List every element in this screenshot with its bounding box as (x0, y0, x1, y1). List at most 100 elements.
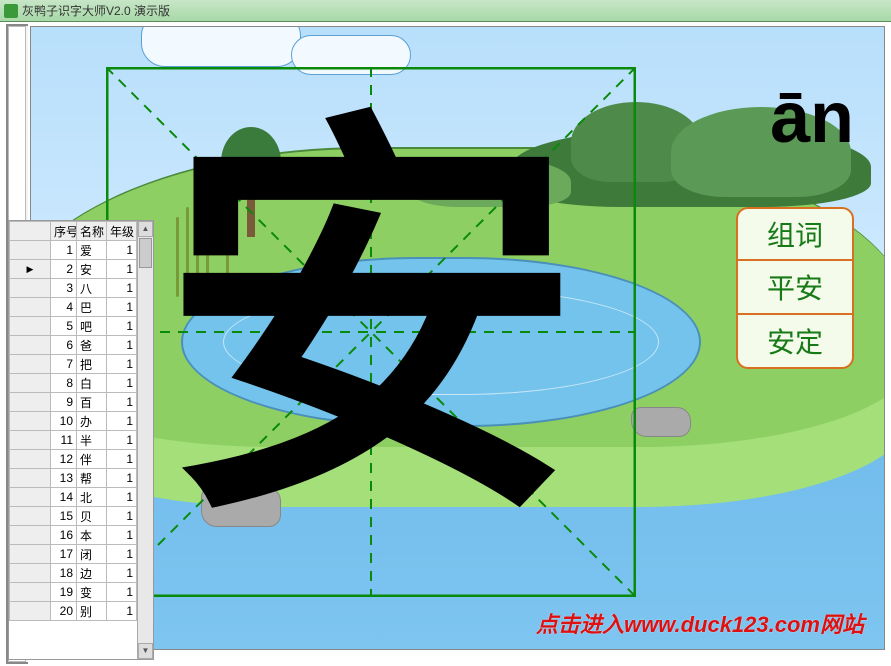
cell-name[interactable]: 爱 (77, 241, 107, 260)
cell-grade[interactable]: 1 (107, 298, 137, 317)
cell-name[interactable]: 闭 (77, 545, 107, 564)
table-row[interactable]: 8白1 (10, 374, 137, 393)
cell-grade[interactable]: 1 (107, 507, 137, 526)
row-selector[interactable] (10, 564, 51, 583)
cell-idx[interactable]: 6 (51, 336, 77, 355)
row-selector[interactable] (10, 298, 51, 317)
col-index[interactable]: 序号 (51, 222, 77, 241)
cell-idx[interactable]: 3 (51, 279, 77, 298)
cell-grade[interactable]: 1 (107, 526, 137, 545)
cell-grade[interactable]: 1 (107, 336, 137, 355)
table-row[interactable]: 14北1 (10, 488, 137, 507)
cell-grade[interactable]: 1 (107, 488, 137, 507)
table-row[interactable]: 5吧1 (10, 317, 137, 336)
cell-grade[interactable]: 1 (107, 393, 137, 412)
cell-name[interactable]: 伴 (77, 450, 107, 469)
cell-idx[interactable]: 2 (51, 260, 77, 279)
cell-grade[interactable]: 1 (107, 469, 137, 488)
cell-name[interactable]: 变 (77, 583, 107, 602)
cell-name[interactable]: 巴 (77, 298, 107, 317)
row-selector[interactable] (10, 279, 51, 298)
row-selector[interactable] (10, 488, 51, 507)
cell-grade[interactable]: 1 (107, 412, 137, 431)
row-selector[interactable] (10, 469, 51, 488)
row-selector[interactable] (10, 526, 51, 545)
cell-grade[interactable]: 1 (107, 602, 137, 621)
table-row[interactable]: 15贝1 (10, 507, 137, 526)
table-row[interactable]: 4巴1 (10, 298, 137, 317)
cell-name[interactable]: 八 (77, 279, 107, 298)
cell-name[interactable]: 本 (77, 526, 107, 545)
cell-name[interactable]: 别 (77, 602, 107, 621)
table-row[interactable]: 20别1 (10, 602, 137, 621)
table-row[interactable]: 17闭1 (10, 545, 137, 564)
row-selector[interactable] (10, 241, 51, 260)
table-row[interactable]: 19变1 (10, 583, 137, 602)
cell-name[interactable]: 爸 (77, 336, 107, 355)
cell-name[interactable]: 帮 (77, 469, 107, 488)
cell-grade[interactable]: 1 (107, 545, 137, 564)
cell-name[interactable]: 贝 (77, 507, 107, 526)
cell-idx[interactable]: 15 (51, 507, 77, 526)
table-scrollbar[interactable]: ▲ ▼ (137, 221, 153, 659)
table-row[interactable]: 18边1 (10, 564, 137, 583)
table-row[interactable]: 6爸1 (10, 336, 137, 355)
table-row[interactable]: 16本1 (10, 526, 137, 545)
row-selector[interactable] (10, 393, 51, 412)
row-selector[interactable] (10, 507, 51, 526)
cell-idx[interactable]: 9 (51, 393, 77, 412)
row-selector[interactable] (10, 545, 51, 564)
cell-name[interactable]: 百 (77, 393, 107, 412)
col-name[interactable]: 名称 (77, 222, 107, 241)
cell-name[interactable]: 北 (77, 488, 107, 507)
cell-grade[interactable]: 1 (107, 564, 137, 583)
row-selector[interactable]: ▶ (10, 260, 51, 279)
cell-name[interactable]: 办 (77, 412, 107, 431)
cell-name[interactable]: 安 (77, 260, 107, 279)
website-link[interactable]: 点击进入www.duck123.com网站 (536, 607, 864, 639)
cell-grade[interactable]: 1 (107, 583, 137, 602)
scroll-thumb[interactable] (139, 238, 152, 268)
cell-idx[interactable]: 1 (51, 241, 77, 260)
scroll-up-button[interactable]: ▲ (138, 221, 153, 237)
cell-grade[interactable]: 1 (107, 317, 137, 336)
word-button-1[interactable]: 平安 (736, 261, 854, 315)
row-selector[interactable] (10, 450, 51, 469)
cell-name[interactable]: 边 (77, 564, 107, 583)
cell-grade[interactable]: 1 (107, 355, 137, 374)
cell-idx[interactable]: 5 (51, 317, 77, 336)
row-selector[interactable] (10, 374, 51, 393)
cell-grade[interactable]: 1 (107, 450, 137, 469)
row-selector[interactable] (10, 355, 51, 374)
cell-idx[interactable]: 4 (51, 298, 77, 317)
table-row[interactable]: 3八1 (10, 279, 137, 298)
cell-idx[interactable]: 10 (51, 412, 77, 431)
cell-idx[interactable]: 12 (51, 450, 77, 469)
row-selector[interactable] (10, 583, 51, 602)
cell-idx[interactable]: 18 (51, 564, 77, 583)
words-header-button[interactable]: 组词 (736, 207, 854, 261)
cell-idx[interactable]: 16 (51, 526, 77, 545)
cell-idx[interactable]: 17 (51, 545, 77, 564)
character-table[interactable]: 序号 名称 年级 1爱1▶2安13八14巴15吧16爸17把18白19百110办… (9, 221, 137, 621)
cell-grade[interactable]: 1 (107, 279, 137, 298)
cell-name[interactable]: 白 (77, 374, 107, 393)
row-selector[interactable] (10, 602, 51, 621)
cell-idx[interactable]: 13 (51, 469, 77, 488)
table-row[interactable]: 11半1 (10, 431, 137, 450)
cell-name[interactable]: 半 (77, 431, 107, 450)
table-row[interactable]: 1爱1 (10, 241, 137, 260)
cell-name[interactable]: 吧 (77, 317, 107, 336)
row-selector[interactable] (10, 317, 51, 336)
table-row[interactable]: 7把1 (10, 355, 137, 374)
table-row[interactable]: 12伴1 (10, 450, 137, 469)
cell-idx[interactable]: 20 (51, 602, 77, 621)
row-selector[interactable] (10, 412, 51, 431)
table-row[interactable]: ▶2安1 (10, 260, 137, 279)
cell-idx[interactable]: 11 (51, 431, 77, 450)
cell-grade[interactable]: 1 (107, 260, 137, 279)
table-row[interactable]: 10办1 (10, 412, 137, 431)
row-selector[interactable] (10, 431, 51, 450)
row-selector[interactable] (10, 336, 51, 355)
cell-grade[interactable]: 1 (107, 374, 137, 393)
